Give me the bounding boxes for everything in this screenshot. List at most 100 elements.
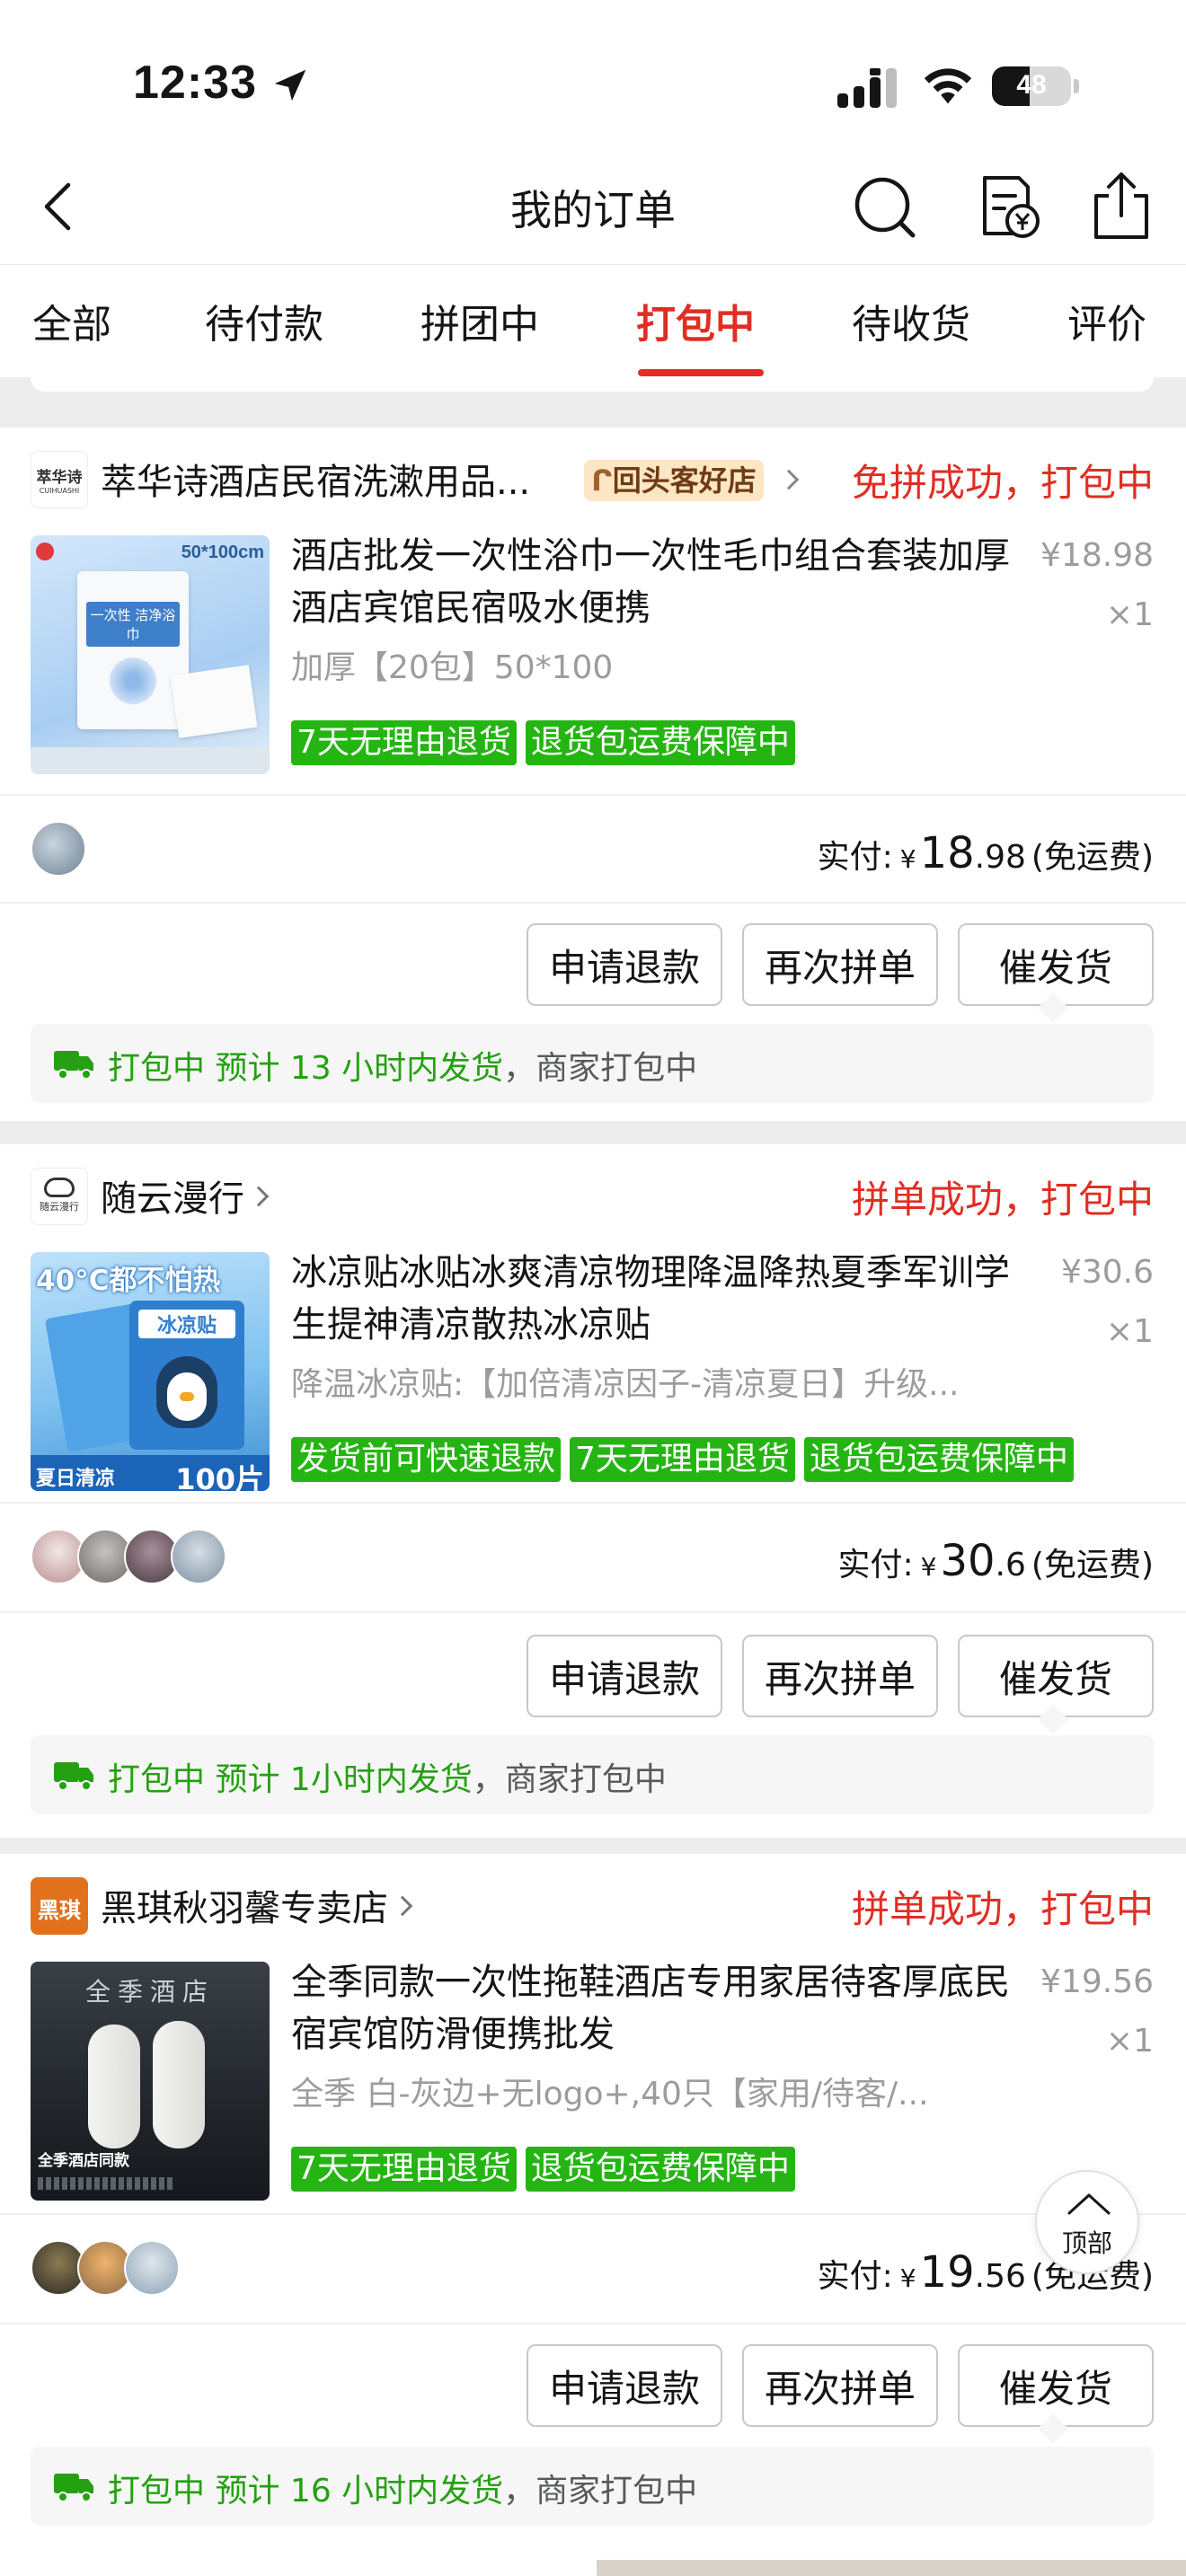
- towel-folded: [170, 665, 258, 738]
- service-tag: 退货包运费保障中: [525, 720, 795, 765]
- shop-logo-subtext: CUIHUASHI: [39, 487, 80, 495]
- paid-integer: 19: [919, 2247, 975, 2298]
- shipping-status: 打包中: [108, 1050, 206, 1087]
- service-tag: 退货包运费保障中: [803, 1437, 1074, 1482]
- paid-decimal: .6: [995, 1547, 1026, 1584]
- product-title[interactable]: 全季同款一次性拖鞋酒店专用家居待客厚底民宿宾馆防滑便携批发: [291, 1956, 1010, 2060]
- avatar: [124, 2240, 180, 2296]
- divider: [0, 1611, 1186, 1613]
- location-arrow-icon: [274, 69, 306, 101]
- status-bar: 12:33 48: [0, 0, 1186, 153]
- image-fine-print: [38, 2177, 173, 2190]
- paid-amount: 实付: ¥30.6 (免运费): [838, 1536, 1155, 1586]
- chevron-right-icon: [778, 469, 800, 490]
- request-refund-button[interactable]: 申请退款: [527, 923, 722, 1006]
- tab-pending-payment[interactable]: 待付款: [205, 292, 323, 349]
- shipping-text: 打包中 预计 13 小时内发货，商家打包中: [108, 1042, 697, 1089]
- order-tabs: 全部 待付款 拼团中 打包中 待收货 评价: [0, 264, 1186, 377]
- urge-shipping-button[interactable]: 催发货: [958, 1635, 1154, 1717]
- product-title[interactable]: 酒店批发一次性浴巾一次性毛巾组合套装加厚酒店宾馆民宿吸水便携: [291, 530, 1010, 634]
- shipping-status: 打包中: [108, 1761, 206, 1798]
- shipping-status-bar[interactable]: 打包中 预计 16 小时内发货，商家打包中: [31, 2447, 1154, 2526]
- shipping-status-bar[interactable]: 打包中 预计 1小时内发货，商家打包中: [31, 1735, 1154, 1814]
- cloud-logo-icon: [44, 1178, 75, 1197]
- shipping-eta: 预计 16 小时内发货: [215, 2473, 504, 2510]
- product-image[interactable]: 40°C都不怕热 冰凉贴 夏日清凉 100片: [31, 1252, 270, 1491]
- shipping-note-text: ，商家打包中: [503, 1050, 698, 1087]
- product-quantity: ×1: [1105, 2023, 1154, 2060]
- truck-icon: [54, 2474, 93, 2502]
- shop-name[interactable]: 萃华诗酒店民宿洗漱用品...: [101, 453, 530, 505]
- shop-logo-text: 萃华诗: [36, 469, 83, 487]
- paid-yen: ¥: [920, 1552, 937, 1582]
- tab-group-buying[interactable]: 拼团中: [420, 292, 539, 349]
- shipping-note: (免运费): [1031, 1547, 1154, 1584]
- chevron-right-icon: [248, 1186, 270, 1207]
- product-price: ¥30.6: [1060, 1254, 1154, 1291]
- penguin-graphic: [156, 1356, 217, 1428]
- returning-customer-badge[interactable]: ᒋ回头客好店: [584, 460, 764, 501]
- shop-name[interactable]: 黑琪秋羽馨专卖店: [101, 1879, 413, 1931]
- tab-pending-receipt[interactable]: 待收货: [852, 292, 970, 349]
- shop-name-label: 黑琪秋羽馨专卖店: [101, 1888, 388, 1929]
- shipping-eta: 预计 1小时内发货: [215, 1761, 473, 1798]
- share-icon[interactable]: [1087, 169, 1155, 244]
- service-tags: 发货前可快速退款 7天无理由退货 退货包运费保障中: [291, 1437, 1083, 1482]
- urge-shipping-button[interactable]: 催发货: [958, 923, 1154, 1006]
- scroll-to-top-button[interactable]: 顶部: [1035, 2170, 1139, 2274]
- shop-name[interactable]: 随云漫行: [101, 1169, 270, 1222]
- shop-logo-text: 随云漫行: [40, 1201, 79, 1213]
- product-title[interactable]: 冰凉贴冰贴冰爽清凉物理降温降热夏季军训学生提神清凉散热冰凉贴: [291, 1247, 1010, 1351]
- request-refund-button[interactable]: 申请退款: [527, 1635, 722, 1717]
- avatar: [31, 821, 86, 877]
- service-tag: 7天无理由退货: [291, 2147, 517, 2192]
- tab-all[interactable]: 全部: [32, 292, 111, 349]
- shop-name-label: 随云漫行: [101, 1178, 244, 1220]
- product-image[interactable]: 全季酒店 全季酒店同款: [31, 1962, 270, 2201]
- bill-icon[interactable]: [972, 169, 1044, 244]
- tab-review[interactable]: 评价: [1067, 292, 1146, 349]
- product-image[interactable]: 50*100cm 一次性 洁净浴巾: [31, 535, 270, 774]
- slipper-left: [88, 2025, 140, 2148]
- shipping-eta: 预计 13 小时内发货: [215, 1050, 504, 1087]
- paid-label: 实付:: [837, 1547, 914, 1584]
- search-icon[interactable]: [848, 169, 924, 244]
- package-text: 冰凉贴: [138, 1310, 235, 1338]
- product-price: ¥18.98: [1040, 537, 1154, 574]
- chevron-up-icon: [1067, 2193, 1111, 2215]
- reorder-button[interactable]: 再次拼单: [742, 1635, 938, 1717]
- order-status: 拼单成功，打包中: [851, 1178, 1154, 1222]
- divider: [0, 2323, 1186, 2325]
- urge-shipping-button[interactable]: 催发货: [958, 2344, 1154, 2427]
- battery-cap: [1074, 79, 1079, 93]
- chevron-right-icon: [392, 1895, 413, 1917]
- divider: [0, 2213, 1186, 2215]
- service-tag: 7天无理由退货: [291, 720, 517, 765]
- slipper-right: [153, 2021, 205, 2148]
- request-refund-button[interactable]: 申请退款: [527, 2344, 722, 2427]
- order-status: 免拼成功，打包中: [851, 461, 1154, 505]
- battery-percent: 48: [1016, 70, 1047, 100]
- paid-yen: ¥: [899, 2263, 916, 2293]
- shipping-status-bar[interactable]: 打包中 预计 13 小时内发货，商家打包中: [31, 1024, 1154, 1103]
- product-spec: 加厚【20包】50*100: [291, 649, 614, 686]
- badge-label: 回头客好店: [612, 463, 757, 498]
- image-banner-right: 100片: [175, 1462, 264, 1491]
- order-status: 拼单成功，打包中: [851, 1887, 1154, 1931]
- shipping-text: 打包中 预计 1小时内发货，商家打包中: [108, 1753, 667, 1800]
- product-quantity: ×1: [1105, 596, 1154, 633]
- next-card-image-peek: [597, 2560, 1186, 2576]
- divider: [0, 794, 1186, 796]
- status-time: 12:33: [133, 57, 257, 109]
- paid-decimal: .56: [974, 2258, 1026, 2295]
- package-text: 一次性 洁净浴巾: [86, 602, 180, 647]
- reorder-button[interactable]: 再次拼单: [742, 923, 938, 1006]
- next-card-peek: [0, 2549, 1186, 2576]
- reorder-button[interactable]: 再次拼单: [742, 2344, 938, 2427]
- tab-packing[interactable]: 打包中: [636, 292, 755, 349]
- divider: [0, 902, 1186, 904]
- service-tag: 7天无理由退货: [570, 1437, 795, 1482]
- service-tags: 7天无理由退货 退货包运费保障中: [291, 2147, 804, 2192]
- image-caption: 全季酒店同款: [38, 2152, 129, 2170]
- truck-icon: [54, 1762, 93, 1791]
